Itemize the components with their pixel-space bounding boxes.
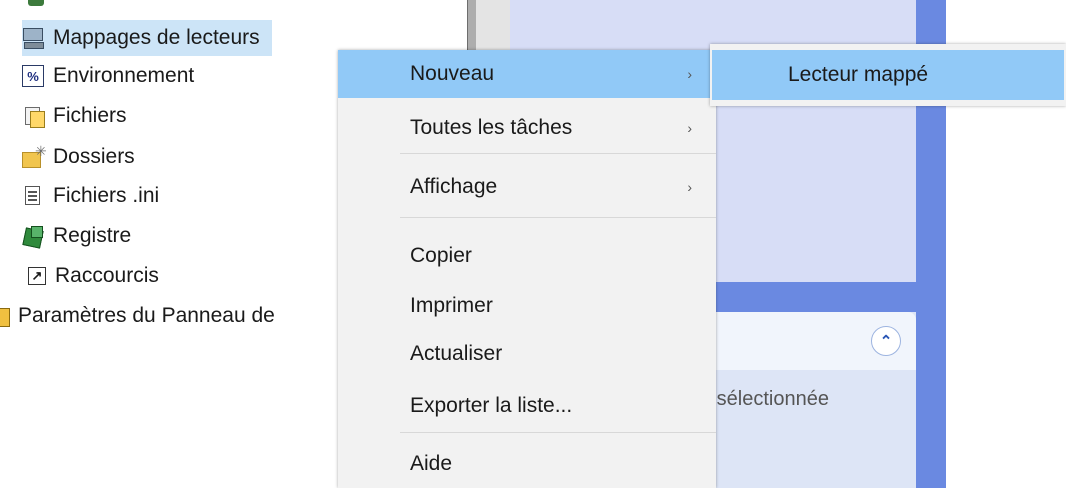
menu-item-mapped-drive[interactable]: Lecteur mappé [712,50,1064,100]
tree-item-folders[interactable]: ✳ Dossiers [22,139,135,175]
menu-item-all-tasks[interactable]: Toutes les tâches › [338,104,716,152]
menu-item-print[interactable]: Imprimer [338,282,716,330]
menu-separator [400,432,716,433]
tree-item-label: Fichiers .ini [53,184,160,207]
registry-icon [22,225,44,249]
submenu-arrow-icon: › [687,179,692,195]
tree-item-drive-maps[interactable]: Mappages de lecteurs [22,20,272,56]
drive-map-icon [22,27,44,49]
control-panel-icon [0,305,10,327]
menu-separator [400,217,716,218]
menu-item-label: Copier [410,244,472,267]
tree-item-label: Paramètres du Panneau de [18,304,275,327]
shortcut-icon: ↗ [28,267,46,285]
tree-item-label: Registre [53,224,132,247]
menu-item-refresh[interactable]: Actualiser [338,330,716,378]
tree-item-files[interactable]: Fichiers [22,98,127,134]
menu-item-label: Imprimer [410,294,493,317]
ini-file-icon [22,185,44,207]
tree-item-label: Fichiers [53,104,127,127]
submenu-arrow-icon: › [687,120,692,136]
files-icon [22,105,45,128]
menu-item-label: Toutes les tâches [410,116,573,139]
tree-item-label: Mappages de lecteurs [53,26,260,49]
menu-separator [400,153,716,154]
cut-off-tree-item [28,0,88,10]
tree-item-environment[interactable]: % Environnement [22,58,194,94]
collapse-chevron-icon[interactable]: ⌃ [871,326,901,356]
menu-item-label: Affichage [410,175,498,198]
tree-item-registry[interactable]: Registre [22,218,131,254]
tree-item-label: Dossiers [53,145,135,168]
environment-icon: % [22,65,44,87]
submenu-arrow-icon: › [687,66,692,82]
tree-item-label: Raccourcis [55,264,159,287]
menu-item-label: Lecteur mappé [788,63,929,86]
menu-item-copy[interactable]: Copier [338,232,716,280]
tree-item-control-panel[interactable]: Paramètres du Panneau de [0,298,275,334]
menu-item-label: Nouveau [410,62,495,85]
menu-item-label: Aide [410,452,453,475]
menu-item-label: Actualiser [410,342,503,365]
submenu-new: Lecteur mappé [710,44,1066,106]
menu-item-export-list[interactable]: Exporter la liste... [338,382,716,430]
details-panel-text: e sélectionnée [700,388,829,410]
menu-item-view[interactable]: Affichage › [338,163,716,211]
folder-icon: ✳ [22,143,47,168]
tree-item-ini-files[interactable]: Fichiers .ini [22,178,159,214]
tree-item-shortcuts[interactable]: ↗ Raccourcis [28,258,159,294]
menu-item-new[interactable]: Nouveau › [338,50,716,98]
menu-item-help[interactable]: Aide [338,440,716,488]
context-menu: Nouveau › Toutes les tâches › Affichage … [338,50,716,488]
task-pane-gap [700,282,946,312]
tree-item-label: Environnement [53,64,195,87]
menu-item-label: Exporter la liste... [410,394,573,417]
